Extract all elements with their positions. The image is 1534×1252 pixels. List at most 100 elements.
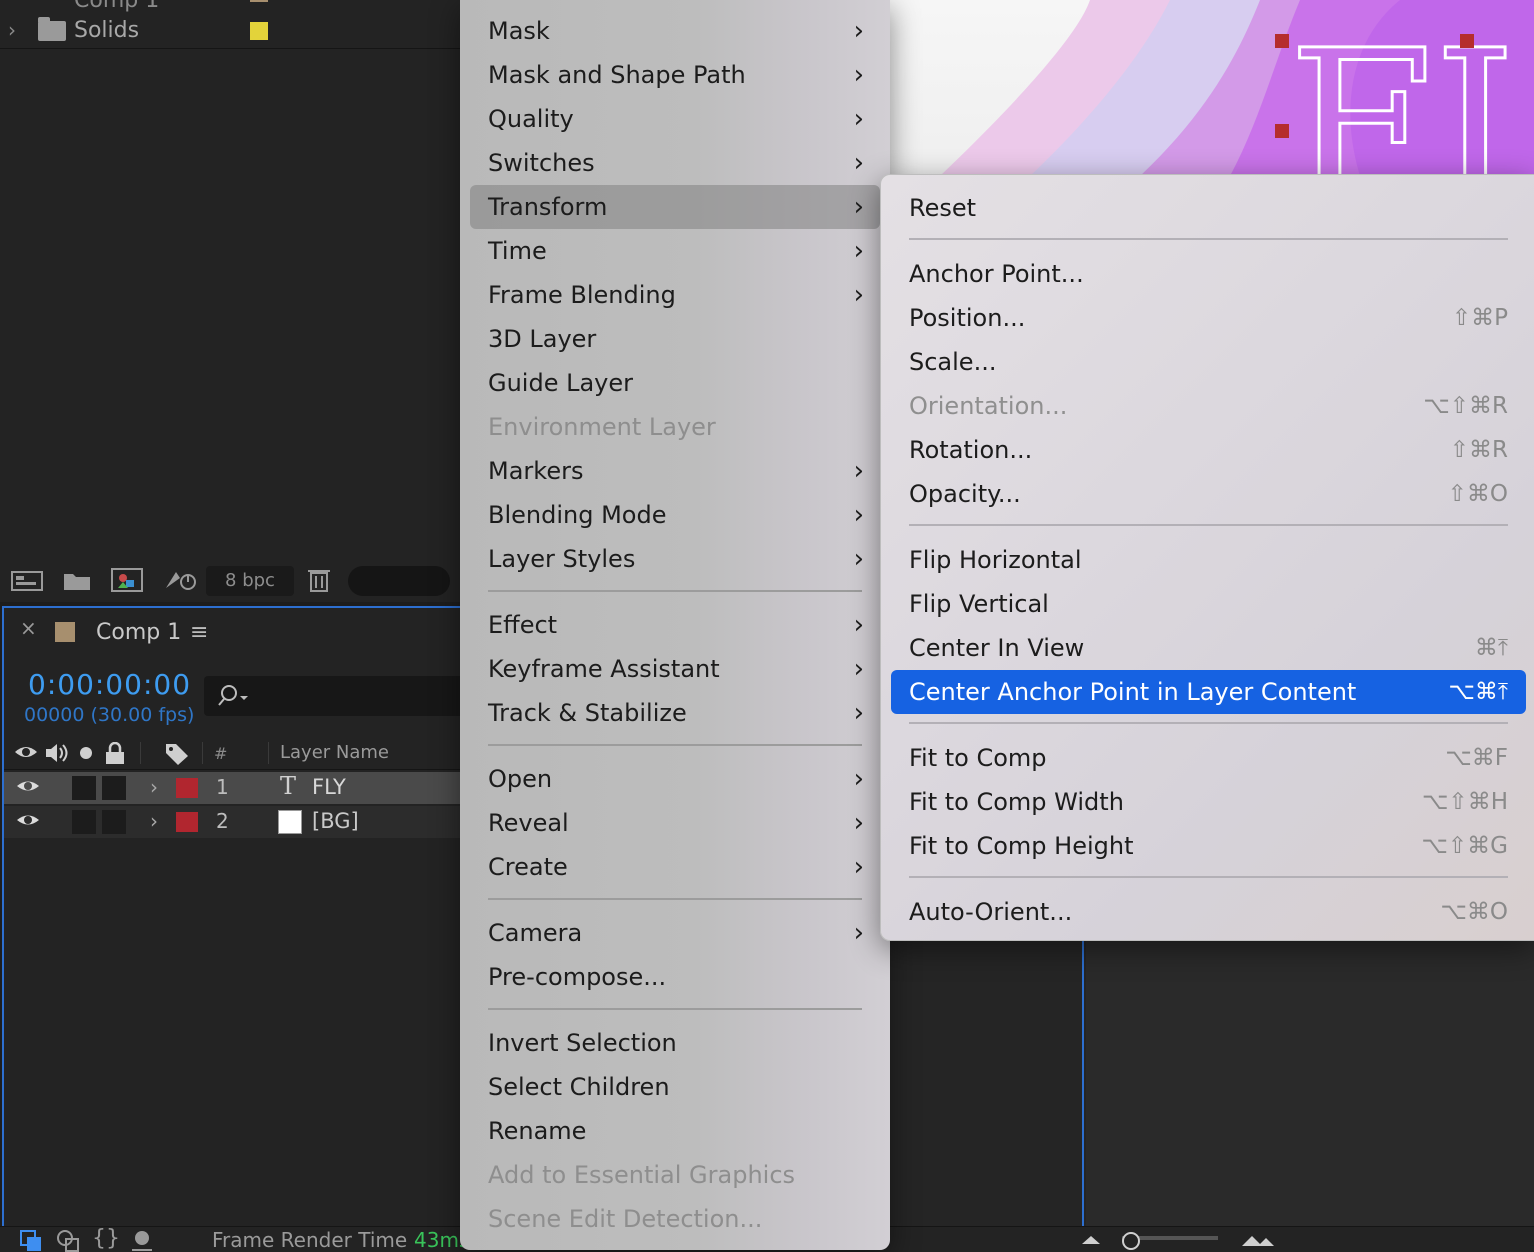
chevron-right-icon[interactable]: ›	[150, 809, 158, 833]
selection-handle[interactable]	[1460, 34, 1474, 48]
interpret-footage-icon[interactable]	[10, 568, 44, 592]
menu-item-mask[interactable]: Mask ›	[470, 9, 880, 53]
new-composition-icon[interactable]	[110, 566, 144, 592]
menu-item-camera[interactable]: Camera ›	[470, 911, 880, 955]
project-item-solids[interactable]: › Solids	[0, 14, 470, 48]
close-icon[interactable]: ×	[20, 616, 37, 640]
shortcut: ⌥⇧⌘G	[1421, 833, 1508, 859]
layer-row[interactable]: › 2 [BG]	[4, 806, 470, 838]
menu-item-rotation[interactable]: Rotation... ⇧⌘R	[891, 428, 1526, 472]
menu-item-fit-to-comp[interactable]: Fit to Comp ⌥⌘F	[891, 736, 1526, 780]
menu-item-anchor-point[interactable]: Anchor Point...	[891, 252, 1526, 296]
menu-item-markers[interactable]: Markers ›	[470, 449, 880, 493]
selection-handle[interactable]	[1275, 124, 1289, 138]
menu-item-center-anchor-point[interactable]: Center Anchor Point in Layer Content ⌥⌘⤒	[891, 670, 1526, 714]
trash-icon[interactable]	[306, 566, 332, 592]
in-out-icon[interactable]: {}	[92, 1226, 120, 1251]
menu-item-center-in-view[interactable]: Center In View ⌘⤒	[891, 626, 1526, 670]
audio-icon[interactable]	[44, 742, 70, 769]
shortcut: ⌥⌘⤒	[1448, 679, 1508, 705]
menu-item-reset[interactable]: Reset	[891, 186, 1526, 230]
chevron-right-icon: ›	[853, 500, 864, 530]
menu-item-position[interactable]: Position... ⇧⌘P	[891, 296, 1526, 340]
current-time-indicator[interactable]	[1082, 940, 1084, 1226]
transform-submenu: Reset Anchor Point... Position... ⇧⌘P Sca…	[880, 174, 1534, 941]
menu-item-invert-selection[interactable]: Invert Selection	[470, 1021, 880, 1065]
menu-item-time[interactable]: Time ›	[470, 229, 880, 273]
audio-switch[interactable]	[72, 810, 96, 834]
text-layer-icon: T	[280, 772, 297, 800]
menu-item-select-children[interactable]: Select Children	[470, 1065, 880, 1109]
menu-item-fit-to-comp-width[interactable]: Fit to Comp Width ⌥⇧⌘H	[891, 780, 1526, 824]
composition-canvas[interactable]: FLY	[880, 0, 1534, 176]
eye-icon[interactable]	[14, 742, 38, 767]
layer-row[interactable]: › 1 T FLY	[4, 772, 470, 804]
menu-item-blending-mode[interactable]: Blending Mode ›	[470, 493, 880, 537]
menu-item-auto-orient[interactable]: Auto-Orient... ⌥⌘O	[891, 890, 1526, 934]
menu-item-pre-compose[interactable]: Pre-compose...	[470, 955, 880, 999]
motion-blur-icon[interactable]	[128, 1228, 156, 1252]
layer-name[interactable]: [BG]	[312, 809, 359, 833]
timeline-column-header	[4, 736, 470, 770]
menu-item-flip-horizontal[interactable]: Flip Horizontal	[891, 538, 1526, 582]
menu-item-switches[interactable]: Switches ›	[470, 141, 880, 185]
label-tag-icon[interactable]	[164, 742, 190, 771]
chevron-right-icon: ›	[853, 236, 864, 266]
solo-icon[interactable]	[78, 742, 94, 767]
menu-separator	[488, 1008, 862, 1010]
menu-item-flip-vertical[interactable]: Flip Vertical	[891, 582, 1526, 626]
svg-text:FLY: FLY	[1288, 5, 1534, 176]
comp-mini-flowchart-icon[interactable]	[18, 1228, 46, 1252]
shortcut: ⌥⌘F	[1445, 745, 1508, 771]
menu-item-transform[interactable]: Transform ›	[470, 185, 880, 229]
timeline-graph-area[interactable]	[1086, 940, 1534, 1226]
menu-item-open[interactable]: Open ›	[470, 757, 880, 801]
panel-menu-icon[interactable]: ≡	[190, 620, 208, 645]
menu-item-mask-and-shape-path[interactable]: Mask and Shape Path ›	[470, 53, 880, 97]
menu-item-layer-styles[interactable]: Layer Styles ›	[470, 537, 880, 581]
audio-switch[interactable]	[72, 776, 96, 800]
menu-item-rename[interactable]: Rename	[470, 1109, 880, 1153]
lock-icon[interactable]	[104, 741, 126, 771]
shortcut: ⇧⌘P	[1451, 305, 1508, 331]
solo-switch[interactable]	[102, 776, 126, 800]
label-swatch[interactable]	[176, 778, 198, 798]
zoom-in-icon[interactable]	[1240, 1230, 1276, 1252]
menu-item-effect[interactable]: Effect ›	[470, 603, 880, 647]
layer-name[interactable]: FLY	[312, 775, 346, 799]
column-layer-name-header[interactable]: Layer Name	[280, 742, 389, 763]
chevron-right-icon: ›	[853, 192, 864, 222]
menu-item-orientation: Orientation... ⌥⇧⌘R	[891, 384, 1526, 428]
menu-item-3d-layer[interactable]: 3D Layer	[470, 317, 880, 361]
folder-icon	[38, 17, 66, 41]
new-folder-icon[interactable]	[62, 568, 92, 592]
menu-item-frame-blending[interactable]: Frame Blending ›	[470, 273, 880, 317]
timeline-tab-title[interactable]: Comp 1	[96, 620, 181, 645]
selection-handle[interactable]	[1275, 34, 1289, 48]
menu-item-fit-to-comp-height[interactable]: Fit to Comp Height ⌥⇧⌘G	[891, 824, 1526, 868]
search-icon[interactable]	[218, 682, 252, 714]
current-time-display[interactable]: 0:00:00:00	[28, 668, 191, 701]
chevron-right-icon[interactable]: ›	[8, 18, 16, 42]
comp-label-swatch	[55, 622, 75, 642]
project-settings-icon[interactable]	[162, 566, 198, 590]
menu-item-quality[interactable]: Quality ›	[470, 97, 880, 141]
comp-text: FLY	[1287, 4, 1534, 177]
menu-item-guide-layer[interactable]: Guide Layer	[470, 361, 880, 405]
bit-depth-button[interactable]: 8 bpc	[206, 566, 294, 596]
zoom-out-icon[interactable]	[1080, 1232, 1102, 1252]
layer-switches-icon[interactable]	[56, 1228, 82, 1252]
menu-item-create[interactable]: Create ›	[470, 845, 880, 889]
zoom-slider-thumb[interactable]	[1122, 1232, 1140, 1250]
menu-item-opacity[interactable]: Opacity... ⇧⌘O	[891, 472, 1526, 516]
project-flowchart-slot[interactable]	[348, 566, 450, 596]
label-swatch[interactable]	[176, 812, 198, 832]
eye-icon[interactable]	[16, 810, 40, 835]
menu-item-keyframe-assistant[interactable]: Keyframe Assistant ›	[470, 647, 880, 691]
menu-item-track-stabilize[interactable]: Track & Stabilize ›	[470, 691, 880, 735]
menu-item-scale[interactable]: Scale...	[891, 340, 1526, 384]
chevron-right-icon[interactable]: ›	[150, 775, 158, 799]
solo-switch[interactable]	[102, 810, 126, 834]
menu-item-reveal[interactable]: Reveal ›	[470, 801, 880, 845]
eye-icon[interactable]	[16, 776, 40, 801]
